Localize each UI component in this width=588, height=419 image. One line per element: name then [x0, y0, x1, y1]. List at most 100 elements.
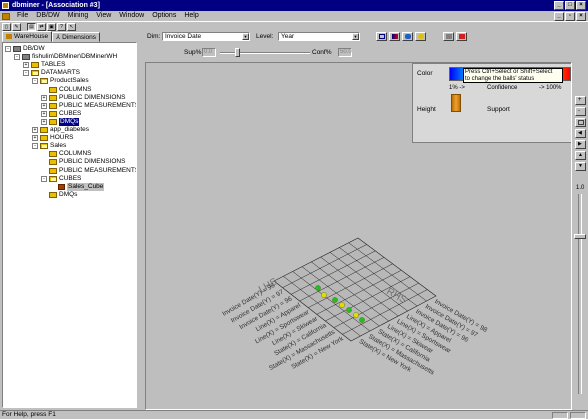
- tree-node-label: PUBLIC DIMENSIONS: [59, 158, 126, 166]
- color-view-button[interactable]: [389, 32, 400, 41]
- menu-options[interactable]: Options: [148, 11, 180, 21]
- app-icon[interactable]: [2, 2, 9, 9]
- tree-node[interactable]: COLUMNS: [41, 150, 92, 158]
- tree-node[interactable]: PUBLIC DIMENSIONS: [41, 158, 125, 166]
- tree-node[interactable]: + PUBLIC MEASUREMENTS: [41, 102, 136, 110]
- collapse-icon[interactable]: -: [41, 175, 47, 182]
- zoom-out-button[interactable]: -: [575, 107, 586, 116]
- explorer-pane: WareHouse ⅄ Dimensions - DB/DW - fishulin\DB…: [0, 31, 139, 410]
- chevron-down-icon[interactable]: ▼: [242, 33, 249, 40]
- pointer-help-icon[interactable]: ↖: [67, 22, 76, 31]
- expand-icon[interactable]: +: [41, 110, 47, 117]
- tree-node[interactable]: - DB/DW: [5, 45, 45, 53]
- left-button[interactable]: ◀: [575, 129, 586, 138]
- reset-view-button[interactable]: [575, 118, 586, 127]
- window-title: dbminer - [Association #3]: [12, 2, 100, 9]
- collapse-icon[interactable]: -: [5, 46, 11, 52]
- tree-node[interactable]: - DATAMARTS: [23, 69, 80, 77]
- expand-icon[interactable]: +: [23, 62, 29, 69]
- plot-canvas[interactable]: LHS RHS Invoice Date(Y) = 98 Invoice Date…: [145, 62, 572, 410]
- tree-node[interactable]: - fishulin\DBMiner\DBMinerWH: [14, 53, 117, 61]
- pct-low-label: 1% ->: [449, 85, 465, 91]
- new-icon[interactable]: ▯: [2, 22, 11, 31]
- doc-restore-button[interactable]: ▫: [565, 12, 575, 21]
- scale-slider[interactable]: [574, 194, 586, 394]
- print-icon[interactable]: ▣: [47, 22, 56, 31]
- maximize-button[interactable]: □: [565, 1, 575, 10]
- rule-ball[interactable]: [332, 297, 338, 303]
- tab-dimensions[interactable]: ⅄ Dimensions: [52, 32, 101, 42]
- right-button[interactable]: ▶: [575, 140, 586, 149]
- tree-node[interactable]: + HOURS: [32, 134, 73, 142]
- tree-node[interactable]: + PUBLIC DIMENSIONS: [41, 94, 125, 102]
- tree-node-label: DMQs: [59, 190, 78, 198]
- tree-node-label: DMQs: [59, 117, 80, 126]
- expand-icon[interactable]: +: [41, 118, 47, 125]
- tools-button[interactable]: [443, 32, 454, 41]
- expand-icon[interactable]: +: [41, 102, 47, 109]
- tree-node[interactable]: - CUBES: [41, 175, 81, 183]
- doc-close-button[interactable]: ×: [576, 12, 586, 21]
- rotate-button[interactable]: [402, 32, 413, 41]
- rule-ball[interactable]: [359, 317, 365, 323]
- zoom-in-button[interactable]: +: [575, 96, 586, 105]
- rule-ball[interactable]: [353, 312, 359, 318]
- grid-view-button[interactable]: [376, 32, 387, 41]
- folder-icon: [49, 118, 57, 125]
- tree-node[interactable]: - Sales: [32, 142, 66, 150]
- support-label: Sup%: [184, 49, 202, 56]
- collapse-icon[interactable]: -: [14, 54, 20, 61]
- cube-icon: [58, 183, 65, 190]
- title-bar[interactable]: dbminer - [Association #3] _ □ ×: [0, 0, 588, 11]
- reset-icon: [578, 120, 584, 125]
- tree-node[interactable]: PUBLIC MEASUREMENTS: [41, 167, 136, 175]
- down-button[interactable]: ▼: [575, 162, 586, 171]
- level-select[interactable]: Year ▼: [278, 32, 360, 41]
- tree-node[interactable]: DMQs: [41, 191, 77, 199]
- menu-dbdw[interactable]: DB/DW: [32, 11, 63, 21]
- balls-button[interactable]: [415, 32, 426, 41]
- edit-icon[interactable]: ✎: [12, 22, 21, 31]
- scale-slider-thumb[interactable]: [574, 234, 586, 239]
- tree-view-icon[interactable]: ▤: [27, 22, 36, 31]
- tree-node[interactable]: + app_diabetes: [32, 126, 89, 134]
- tree-node[interactable]: + CUBES: [41, 110, 81, 118]
- color-icon: [392, 34, 398, 39]
- collapse-icon[interactable]: -: [32, 78, 38, 85]
- menu-bar: File DB/DW Mining View Window Options He…: [0, 11, 588, 21]
- tree-node[interactable]: - ProductSales: [32, 77, 89, 85]
- tree-node-label: HOURS: [50, 134, 74, 142]
- chevron-down-icon[interactable]: ▼: [352, 33, 359, 40]
- rule-ball[interactable]: [346, 307, 352, 313]
- dim-select[interactable]: Invoice Date ▼: [162, 32, 250, 41]
- menu-help[interactable]: Help: [180, 11, 202, 21]
- connect-icon[interactable]: ⇄: [37, 22, 46, 31]
- expand-icon[interactable]: +: [32, 127, 38, 133]
- rule-ball[interactable]: [315, 285, 321, 291]
- close-button[interactable]: ×: [576, 1, 586, 10]
- tab-warehouse[interactable]: WareHouse: [2, 31, 53, 42]
- menu-mining[interactable]: Mining: [64, 11, 93, 21]
- doc-minimize-button[interactable]: _: [554, 12, 564, 21]
- rule-ball[interactable]: [339, 302, 345, 308]
- collapse-icon[interactable]: -: [23, 70, 29, 77]
- warehouse-tree[interactable]: - DB/DW - fishulin\DBMiner\DBMinerWH + TABLES…: [2, 42, 137, 408]
- menu-file[interactable]: File: [13, 11, 32, 21]
- rule-ball[interactable]: [321, 292, 327, 298]
- help-icon[interactable]: ?: [57, 22, 66, 31]
- document-icon[interactable]: [2, 12, 10, 20]
- tree-node[interactable]: COLUMNS: [41, 86, 92, 94]
- up-button[interactable]: ▲: [575, 151, 586, 160]
- support-slider-thumb[interactable]: [235, 48, 240, 57]
- menu-view[interactable]: View: [92, 11, 115, 21]
- expand-icon[interactable]: +: [32, 135, 38, 142]
- menu-window[interactable]: Window: [115, 11, 148, 21]
- tree-node[interactable]: Sales_Cube: [50, 182, 105, 191]
- tree-node[interactable]: + DMQs: [41, 117, 80, 126]
- stop-button[interactable]: [456, 32, 467, 41]
- minimize-button[interactable]: _: [554, 1, 564, 10]
- support-slider[interactable]: [220, 48, 310, 57]
- expand-icon[interactable]: +: [41, 94, 47, 101]
- tree-node[interactable]: + TABLES: [23, 61, 65, 69]
- collapse-icon[interactable]: -: [32, 143, 38, 150]
